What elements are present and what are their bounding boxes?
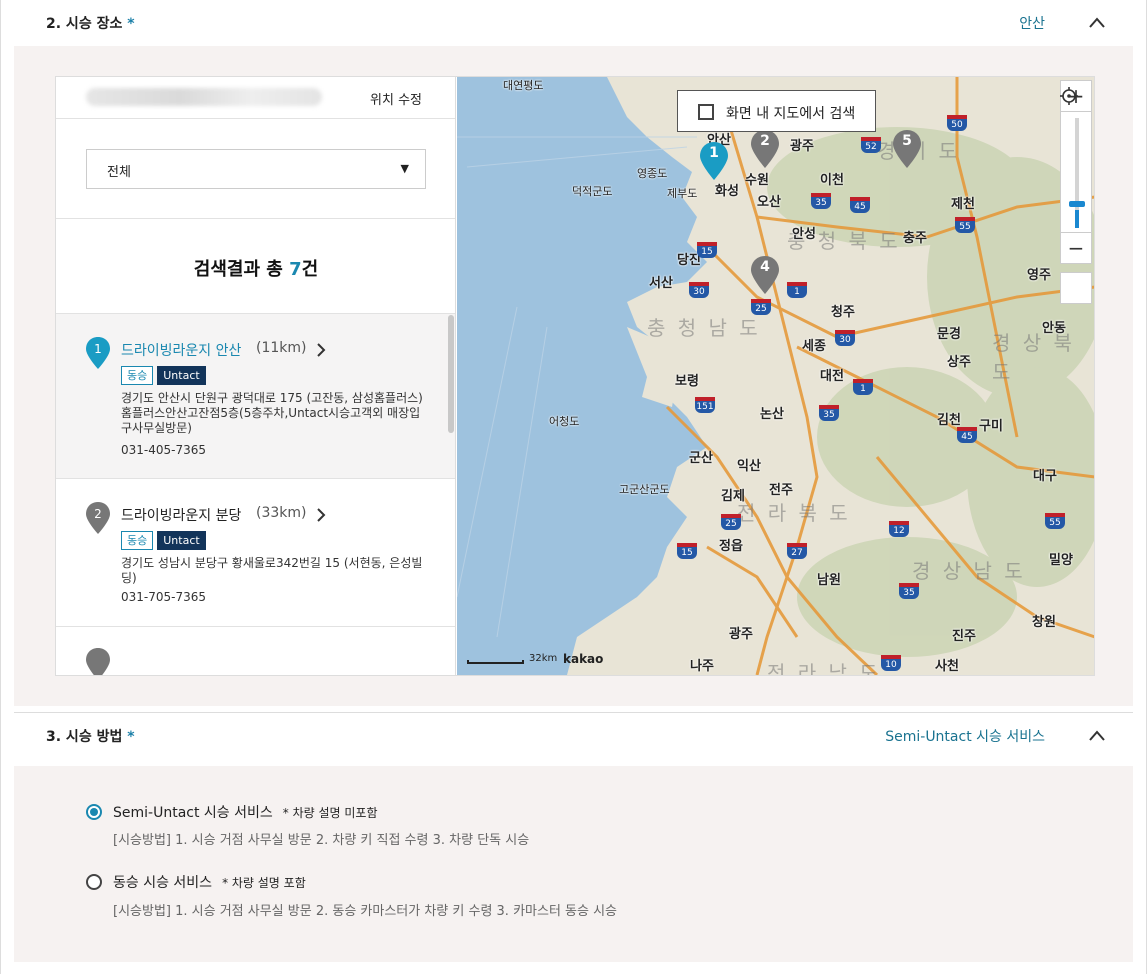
location-search-box: 위치 수정 전체 ▼ 검색결과 총 7건 1 드라이빙라운지 안산 (11km)… — [55, 76, 1095, 676]
map-scale-label: 32km — [529, 653, 558, 664]
location-address: 경기도 안산시 단원구 광덕대로 175 (고잔동, 삼성홈플러스)홈플러스안산… — [121, 391, 423, 435]
selected-location-value: 안산 — [1019, 16, 1045, 32]
badge-untact: Untact — [157, 531, 206, 550]
chevron-right-icon[interactable] — [316, 508, 326, 522]
option-description: [시승방법] 1. 시승 거점 사무실 방문 2. 동승 카마스터가 차량 키 … — [113, 904, 618, 919]
option-note: * 차량 설명 포함 — [222, 875, 306, 890]
location-list-column: 위치 수정 전체 ▼ 검색결과 총 7건 1 드라이빙라운지 안산 (11km)… — [56, 77, 456, 675]
edit-location-button[interactable]: 위치 수정 — [370, 89, 422, 108]
location-name[interactable]: 드라이빙라운지 분당 — [121, 505, 241, 525]
badge-dongseung: 동승 — [121, 366, 154, 385]
current-location-button[interactable] — [1060, 87, 1092, 304]
map-pin-icon: 1 — [86, 337, 110, 369]
map-pin-1[interactable]: 1 — [699, 141, 729, 181]
selected-method-value: Semi-Untact 시승 서비스 — [885, 728, 1045, 745]
current-location-blurred — [86, 88, 322, 106]
kakao-logo: kakao — [563, 652, 604, 666]
chevron-up-icon[interactable] — [1087, 13, 1107, 33]
map-pin-2[interactable]: 2 — [750, 129, 780, 169]
kakao-map[interactable]: 충 청 북 도 충 청 남 도 경 상 북 도 전 라 북 도 경 상 남 도 … — [457, 77, 1094, 675]
map-pin-icon: 2 — [86, 502, 110, 534]
location-name[interactable]: 드라이빙라운지 안산 — [121, 340, 241, 360]
section-location-title: 2. 시승 장소 * — [46, 16, 135, 32]
chevron-right-icon[interactable] — [316, 343, 326, 357]
method-option-dongseung[interactable]: 동승 시승 서비스 * 차량 설명 포함 — [86, 872, 306, 892]
zoom-slider-handle[interactable] — [1069, 201, 1085, 207]
location-distance: (33km) — [256, 505, 307, 521]
zoom-slider[interactable] — [1060, 112, 1092, 232]
radio-semi-untact[interactable] — [86, 804, 102, 820]
section-location-header[interactable]: 2. 시승 장소 * 안산 — [14, 0, 1133, 46]
radio-dongseung[interactable] — [86, 874, 102, 890]
map-pin-icon — [86, 648, 110, 675]
option-label[interactable]: 동승 시승 서비스 — [113, 872, 212, 892]
method-panel — [14, 766, 1133, 962]
location-address: 경기도 성남시 분당구 황새울로342번길 15 (서현동, 은성빌딩) — [121, 556, 423, 585]
badge-dongseung: 동승 — [121, 531, 154, 550]
map-pin-4[interactable]: 4 — [750, 255, 780, 295]
filter-row: 전체 ▼ — [56, 119, 455, 219]
location-list-item[interactable]: 2 드라이빙라운지 분당 (33km) 동승 Untact 경기도 성남시 분당… — [56, 479, 455, 627]
region-filter-select[interactable]: 전체 ▼ — [86, 149, 426, 189]
zoom-out-button[interactable]: − — [1060, 232, 1092, 264]
map-scale-bar — [467, 660, 524, 664]
result-summary: 검색결과 총 7건 — [56, 219, 455, 314]
method-option-semi-untact[interactable]: Semi-Untact 시승 서비스 * 차량 설명 미포함 — [86, 802, 378, 822]
search-in-map-checkbox[interactable] — [698, 104, 714, 120]
location-list-item[interactable] — [56, 627, 455, 675]
location-distance: (11km) — [256, 340, 307, 356]
zoom-control: + − — [1060, 80, 1092, 304]
map-pin-5[interactable]: 5 — [892, 129, 922, 169]
svg-text:1: 1 — [94, 342, 102, 356]
service-badges: 동승 Untact — [121, 531, 206, 550]
service-badges: 동승 Untact — [121, 366, 206, 385]
current-location-row: 위치 수정 — [56, 77, 455, 119]
location-phone: 031-405-7365 — [121, 443, 207, 457]
chevron-up-icon[interactable] — [1087, 726, 1107, 746]
section-method-title: 3. 시승 방법 * — [46, 728, 135, 745]
option-description: [시승방법] 1. 시승 거점 사무실 방문 2. 차량 키 직접 수령 3. … — [113, 833, 530, 848]
region-filter-value: 전체 — [107, 165, 131, 180]
section-method-header[interactable]: 3. 시승 방법 * Semi-Untact 시승 서비스 — [14, 712, 1133, 758]
search-in-map-label: 화면 내 지도에서 검색 — [726, 106, 856, 122]
list-scrollbar[interactable] — [448, 315, 454, 433]
option-note: * 차량 설명 미포함 — [282, 805, 378, 820]
search-in-map-toggle[interactable]: 화면 내 지도에서 검색 — [677, 90, 876, 132]
option-label[interactable]: Semi-Untact 시승 서비스 — [113, 802, 273, 822]
location-list-item[interactable]: 1 드라이빙라운지 안산 (11km) 동승 Untact 경기도 안산시 단원… — [56, 314, 455, 479]
badge-untact: Untact — [157, 366, 206, 385]
location-phone: 031-705-7365 — [121, 590, 207, 604]
crosshair-icon — [1060, 87, 1078, 105]
result-count-text: 검색결과 총 7건 — [193, 259, 319, 280]
svg-text:2: 2 — [94, 507, 102, 521]
dropdown-arrow-icon: ▼ — [400, 162, 409, 175]
